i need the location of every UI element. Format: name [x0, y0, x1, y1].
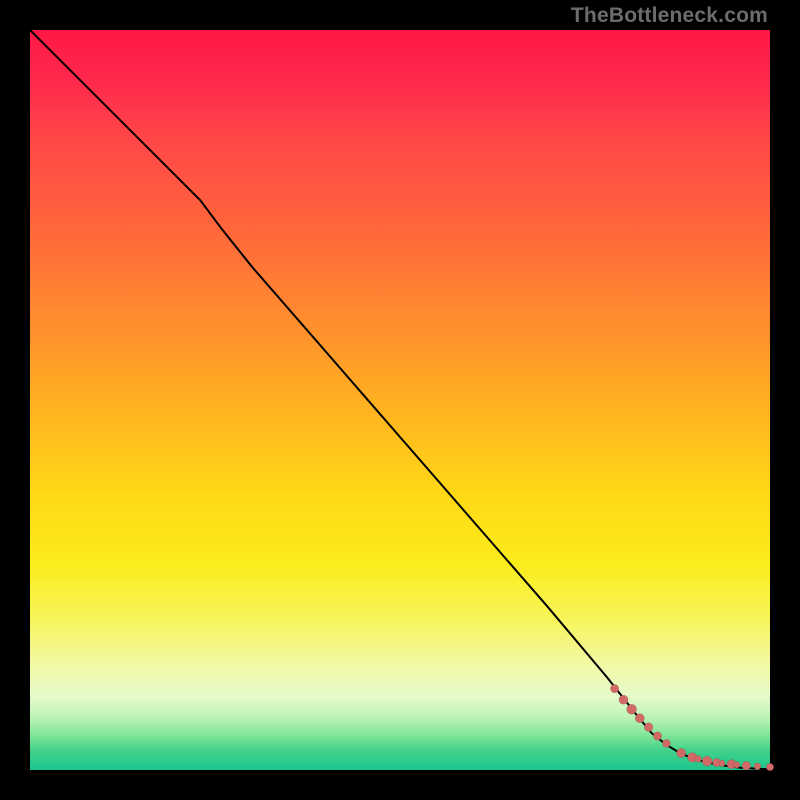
watermark-text: TheBottleneck.com	[571, 4, 768, 28]
chart-plot-area	[30, 30, 770, 770]
